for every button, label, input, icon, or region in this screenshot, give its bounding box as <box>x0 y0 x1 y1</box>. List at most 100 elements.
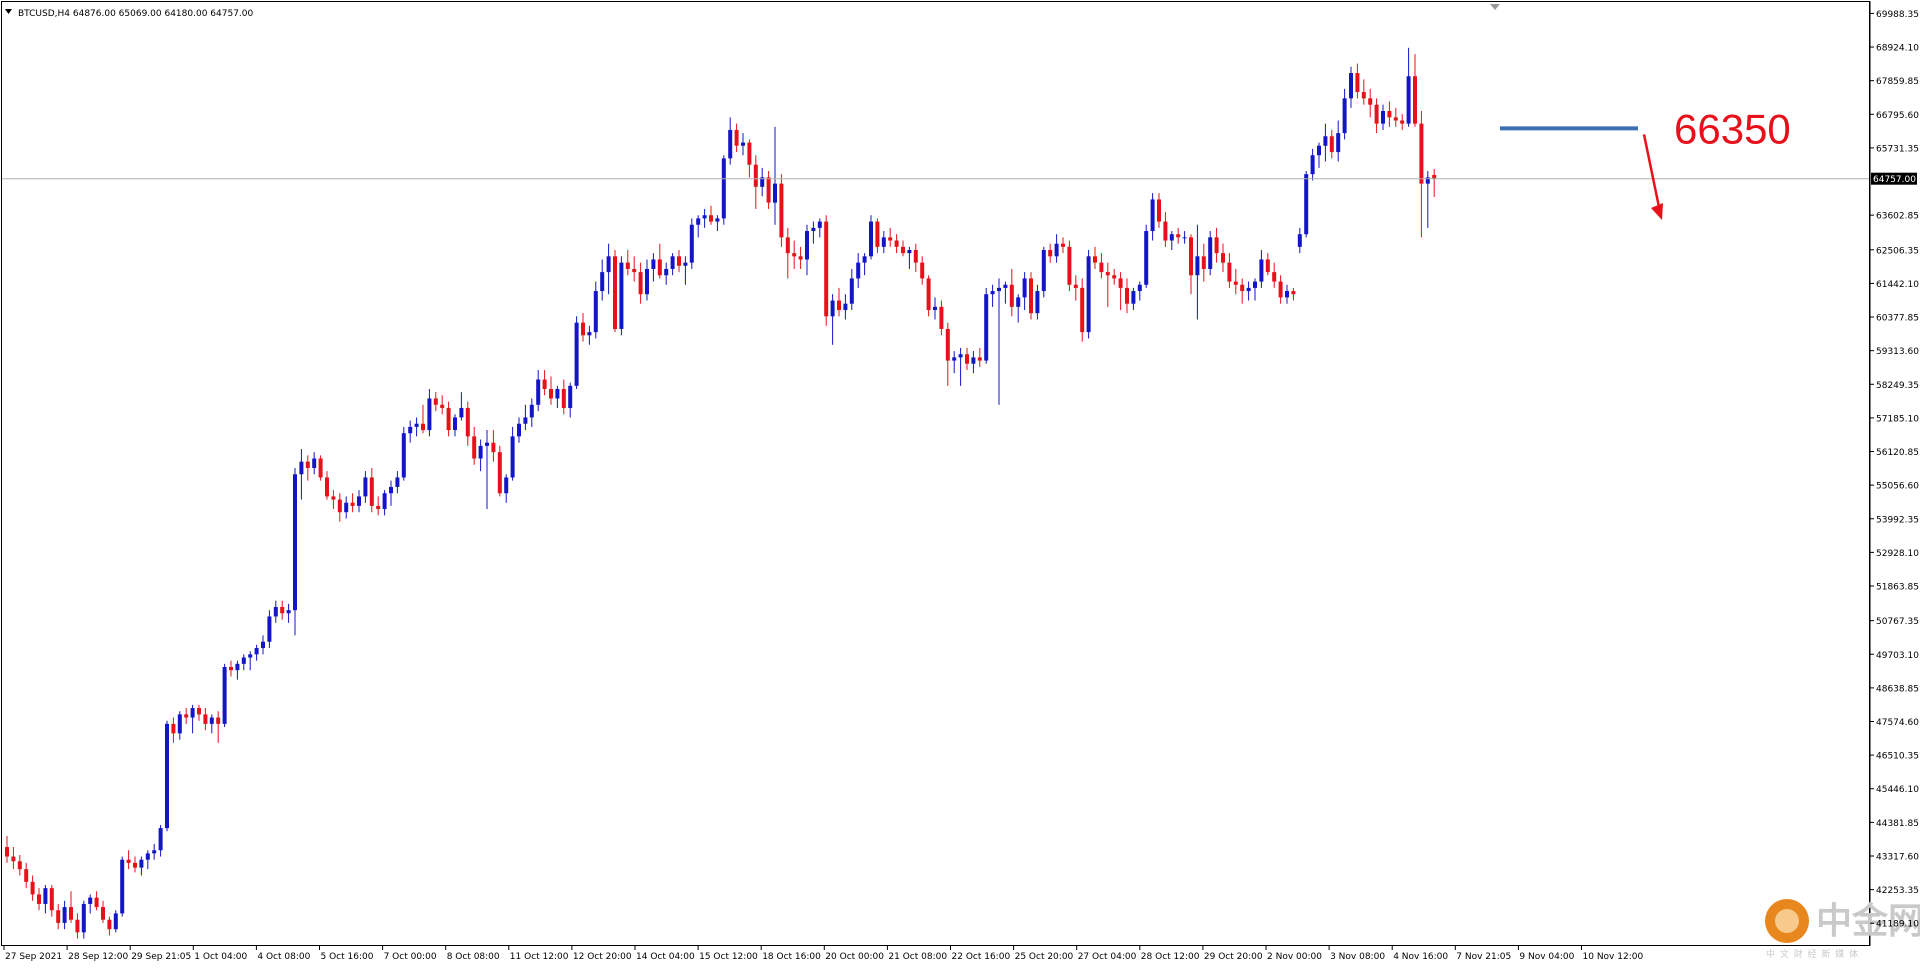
candle-body <box>1189 237 1193 276</box>
candle-body <box>49 888 54 911</box>
candle-body <box>728 129 733 159</box>
candle <box>1041 246 1046 298</box>
candle-body <box>741 142 745 146</box>
candle-body <box>920 262 925 279</box>
candle-body <box>715 218 720 222</box>
candle-body <box>1432 174 1437 179</box>
candle-body <box>670 256 675 269</box>
time-axis[interactable]: 27 Sep 2021 28 Sep 12:00 29 Sep 21:05 1 Oct… <box>3 946 1643 962</box>
x-tick-label: 22 Oct 16:00 <box>952 952 1011 962</box>
y-tick-label: 44381.85 <box>1876 819 1919 829</box>
candle-body <box>1080 287 1085 333</box>
candle-body <box>990 291 995 295</box>
candle-body <box>1387 110 1392 118</box>
candle-body <box>1361 92 1366 99</box>
y-tick-label: 51863.85 <box>1876 583 1919 593</box>
candle-body <box>638 272 643 295</box>
candle-body <box>101 907 105 920</box>
candle-body <box>657 259 662 276</box>
x-tick-label: 21 Oct 08:00 <box>888 952 947 962</box>
candle-body <box>773 183 777 203</box>
candle-body <box>305 461 310 468</box>
candle-body <box>1137 284 1142 292</box>
candle-body <box>382 493 387 510</box>
candle-body <box>197 708 201 715</box>
candle-body <box>312 458 317 468</box>
candle-body <box>581 322 585 336</box>
y-tick-label: 52928.10 <box>1876 549 1919 559</box>
x-tick-label: 18 Oct 16:00 <box>762 952 821 962</box>
candle-body <box>1029 278 1033 314</box>
candle-body <box>1393 117 1398 121</box>
candle-body <box>139 859 144 868</box>
candle <box>1208 231 1213 276</box>
candle-body <box>363 477 368 497</box>
candle-body <box>709 215 713 222</box>
y-tick-label: 61442.10 <box>1876 280 1919 290</box>
y-tick-label: 65731.35 <box>1876 144 1919 154</box>
candle-body <box>421 423 425 431</box>
y-tick-label: 45446.10 <box>1876 785 1919 795</box>
candle-body <box>401 433 406 478</box>
candle-body <box>600 272 605 292</box>
y-tick-label: 59313.60 <box>1876 347 1919 357</box>
candle-body <box>1061 243 1065 247</box>
candle-body <box>318 458 323 478</box>
candle-body <box>536 379 541 405</box>
candle-body <box>837 300 841 311</box>
y-tick-label: 50767.35 <box>1876 617 1919 627</box>
candle <box>120 856 125 917</box>
candle-body <box>1381 110 1385 124</box>
candle-body <box>913 249 918 263</box>
candle-body <box>677 256 681 266</box>
x-tick-label: 12 Oct 20:00 <box>573 952 632 962</box>
candle-body <box>785 237 790 254</box>
candle-body <box>1009 284 1014 307</box>
candle <box>619 256 624 336</box>
candle-body <box>830 300 835 317</box>
candle-body <box>939 306 944 329</box>
candle-body <box>1125 287 1129 304</box>
y-tick-label: 48638.85 <box>1876 684 1919 694</box>
candle-body <box>888 237 893 241</box>
candle-body <box>1259 259 1264 282</box>
y-tick-label: 41189.10 <box>1876 920 1919 930</box>
candle <box>1080 278 1085 342</box>
candle-body <box>753 164 758 187</box>
candle-body <box>273 606 278 617</box>
candle-body <box>1227 262 1232 282</box>
y-tick-label: 60377.85 <box>1876 314 1919 324</box>
price-chart[interactable]: 中金网 中 文 财 经 新 媒 体 BTCUSD,H4 64876.00 650… <box>0 0 1920 968</box>
candle-body <box>613 256 617 329</box>
candle-body <box>901 246 905 254</box>
candle-body <box>971 357 976 364</box>
candle-body <box>344 502 349 513</box>
candle-body <box>1022 278 1027 298</box>
candle-body <box>952 357 957 361</box>
plot-area[interactable] <box>1 1 1870 946</box>
candle <box>1144 224 1149 288</box>
candle-body <box>171 723 176 734</box>
candle-body <box>133 862 137 868</box>
cngold-logo-inner-icon <box>1775 909 1799 933</box>
candle <box>869 215 873 260</box>
x-tick-label: 1 Oct 04:00 <box>194 952 247 962</box>
candle-body <box>145 853 150 860</box>
candle-body <box>350 502 355 506</box>
candle-body <box>965 354 969 364</box>
candle-body <box>997 287 1001 292</box>
candle-body <box>459 407 464 418</box>
candle <box>318 455 323 481</box>
price-axis[interactable]: 69988.35 68924.10 67859.85 66795.60 65731.35… <box>1870 10 1919 930</box>
candle-body <box>395 477 400 487</box>
candle-body <box>811 227 816 232</box>
candle-body <box>1112 275 1117 279</box>
candle-body <box>1221 253 1225 263</box>
candle <box>824 215 829 326</box>
candle-body <box>907 249 912 254</box>
candle-body <box>248 654 253 658</box>
resistance-level-label: 66350 <box>1674 105 1791 152</box>
x-tick-label: 28 Oct 12:00 <box>1141 952 1200 962</box>
candle-body <box>1048 249 1053 257</box>
candle-body <box>1291 291 1296 295</box>
